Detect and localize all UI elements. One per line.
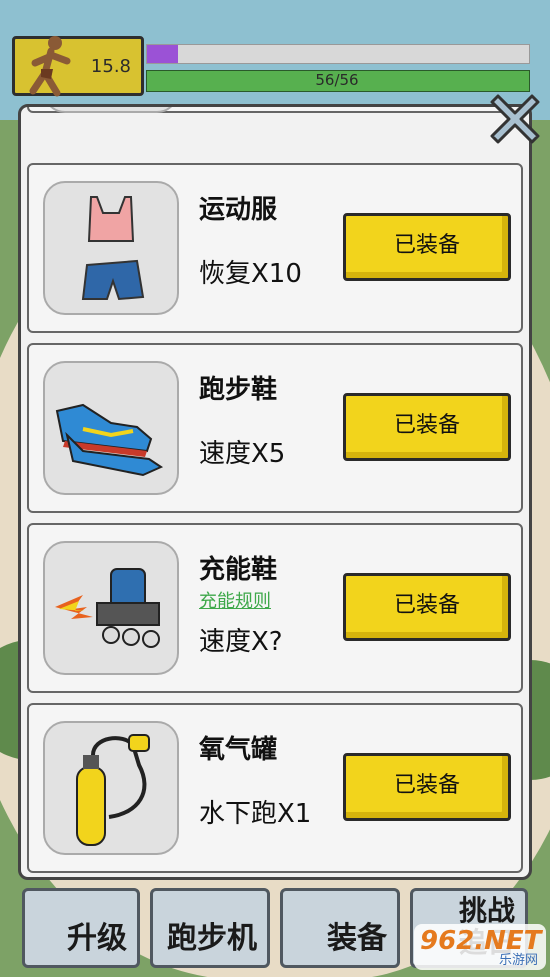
rocket-skate-icon: [55, 568, 160, 648]
item-card: 跑步鞋 速度X5 已装备: [27, 343, 523, 513]
item-name: 充能鞋: [199, 555, 278, 585]
treadmill-label: 跑步机: [167, 921, 257, 956]
item-stat: 水下跑X1: [199, 799, 312, 829]
equipment-panel: 运动服 恢复X10 已装备 跑步鞋 速度X5 已装备 充能鞋 充能规则 速度X?…: [18, 104, 532, 880]
running-shoe-icon: [55, 403, 164, 477]
item-name: 跑步鞋: [199, 375, 278, 405]
speed-value: 15.8: [90, 56, 131, 77]
oxygen-tank-icon: [76, 734, 150, 846]
item-icon-box: [43, 181, 179, 315]
item-name: 运动服: [199, 195, 278, 225]
item-stat: 恢复X10: [199, 259, 302, 289]
sportswear-icon: [81, 196, 145, 301]
item-icon-box: [43, 721, 179, 855]
item-card: 充能鞋 充能规则 速度X? 已装备: [27, 523, 523, 693]
energy-bar-fill: [147, 45, 178, 63]
charge-rules-link[interactable]: 充能规则: [199, 587, 271, 613]
equipped-button[interactable]: 已装备: [343, 753, 511, 821]
equipment-button[interactable]: 装备: [280, 888, 400, 968]
watermark-small: 乐游网: [498, 953, 538, 968]
equipped-button[interactable]: 已装备: [343, 393, 511, 461]
item-stat: 速度X?: [199, 627, 283, 657]
stamina-text: 56/56: [315, 71, 359, 89]
close-icon[interactable]: [482, 86, 548, 152]
item-card: 氧气罐 水下跑X1 已装备: [27, 703, 523, 873]
item-stat: 速度X5: [199, 439, 286, 469]
equipment-label: 装备: [327, 921, 387, 956]
challenge-line1: 挑战: [458, 894, 515, 927]
upgrade-button[interactable]: 升级: [22, 888, 140, 968]
runner-icon: [29, 36, 71, 97]
item-name: 氧气罐: [199, 735, 278, 765]
equipped-button[interactable]: 已装备: [343, 573, 511, 641]
watermark-logo: 962.NET 乐游网: [414, 924, 546, 970]
speed-display: 15.8: [12, 36, 144, 97]
energy-bar: [146, 44, 530, 64]
item-card-partial: [27, 107, 523, 113]
item-icon-box: [43, 541, 179, 675]
item-icon-box: [43, 361, 179, 495]
treadmill-button[interactable]: 跑步机: [150, 888, 270, 968]
item-card: 运动服 恢复X10 已装备: [27, 163, 523, 333]
equipped-button[interactable]: 已装备: [343, 213, 511, 281]
upgrade-label: 升级: [67, 921, 127, 956]
